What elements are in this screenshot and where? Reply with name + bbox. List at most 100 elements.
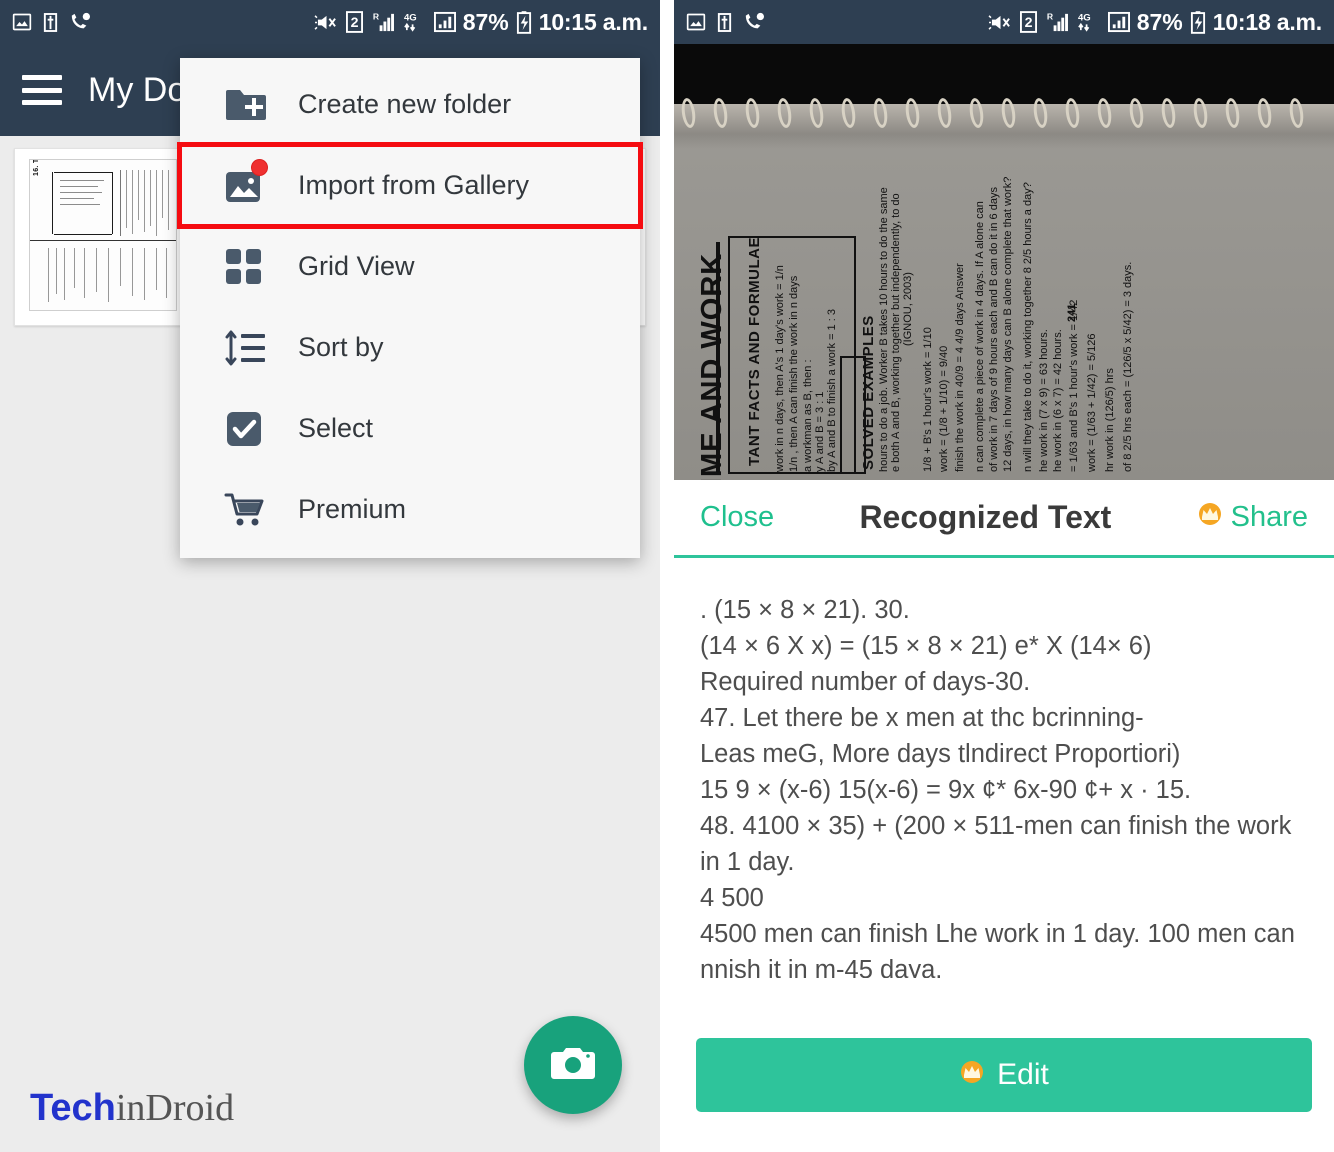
- sort-list-icon: [224, 329, 278, 367]
- recognized-text-line: 4500 men can finish Lhe work in 1 day. 1…: [700, 920, 1302, 978]
- scan-line: n can complete a piece of work in 4 days…: [974, 201, 986, 472]
- usb-icon: [716, 12, 733, 33]
- scan-line: of work in 7 days of 9 hours each and B …: [988, 187, 1000, 472]
- battery-percent-label: 87%: [1136, 8, 1183, 35]
- mute-icon: [314, 12, 339, 33]
- scanned-page-preview[interactable]: IME AND WORK TANT FACTS AND FORMULAE wor…: [674, 44, 1334, 480]
- recognized-text-footer: Edit: [674, 1038, 1334, 1152]
- scan-line: by A and B to finish a work = 1 : 3: [826, 309, 838, 472]
- menu-item-create-new-folder[interactable]: Create new folder: [180, 64, 640, 145]
- recognized-text-line: 48. 4100 × 35) + (200 × 511-men can fini…: [700, 812, 1299, 876]
- usb-icon: [42, 12, 59, 33]
- hamburger-icon[interactable]: [22, 75, 62, 105]
- menu-item-premium[interactable]: Premium: [180, 469, 640, 550]
- scan-line: = 1/63 and B's 1 hour's work = 1/42: [1068, 299, 1080, 472]
- thumbnail-page-render: 16. TIME AND W: [30, 160, 176, 310]
- watermark-part-2: inDroid: [115, 1087, 235, 1129]
- menu-item-import-from-gallery[interactable]: Import from Gallery: [177, 142, 643, 229]
- grid-icon: [224, 247, 278, 287]
- scan-line: finish the work in 40/9 = 4 4/9 days Ans…: [954, 263, 966, 472]
- svg-text:2: 2: [1024, 15, 1032, 31]
- panel-divider: [660, 0, 674, 1152]
- menu-item-label: Sort by: [298, 332, 384, 362]
- signal-roaming-icon: R: [370, 11, 395, 33]
- menu-item-label: Select: [298, 413, 374, 443]
- camera-icon: [550, 1043, 596, 1088]
- recognized-text-line: Required number of days-30.: [700, 668, 1031, 696]
- signal-bars-icon: [433, 11, 456, 33]
- folder-plus-icon: [224, 86, 278, 124]
- scan-line: he work in (6 x 7) = 42 hours.: [1052, 329, 1064, 472]
- scan-source-label: (IGNOU, 2003): [902, 272, 914, 346]
- svg-text:2: 2: [350, 15, 358, 31]
- menu-item-label: Premium: [298, 494, 407, 524]
- scan-line: a workman as B, then :: [802, 359, 814, 473]
- scan-line: work in n days, then A's 1 day's work = …: [774, 265, 786, 472]
- recognized-text-line: (14 × 6 X x) = (15 × 8 × 21) e* X (14× 6…: [700, 632, 1152, 660]
- scan-heading-solved: SOLVED EXAMPLES: [860, 315, 877, 470]
- share-label: Share: [1230, 501, 1308, 533]
- battery-percent-label: 87%: [462, 8, 509, 35]
- thumbnail-title-label: 16. TIME AND W: [33, 160, 40, 176]
- scan-line: 12 days, in how many days can B alone co…: [1002, 176, 1014, 472]
- scan-line: he work in (7 x 9) = 63 hours.: [1038, 329, 1050, 472]
- scan-line: hr work in (126/5) hrs: [1104, 368, 1116, 472]
- menu-item-grid-view[interactable]: Grid View: [180, 226, 640, 307]
- svg-text:R: R: [373, 12, 380, 22]
- page-title: My Do: [88, 70, 187, 109]
- sim2-icon: 2: [345, 11, 363, 33]
- checkbox-checked-icon: [224, 409, 278, 449]
- svg-text:4G: 4G: [1078, 13, 1091, 24]
- clock-label: 10:18 a.m.: [1212, 8, 1322, 35]
- overflow-menu: Create new folder Import from Gallery Gr…: [177, 58, 643, 558]
- battery-charging-icon: [516, 10, 532, 34]
- scan-line: hours to do a job. Worker B takes 10 hou…: [878, 187, 890, 472]
- signal-4g-icon: 4G: [1076, 11, 1101, 33]
- scan-line: work = (1/63 + 1/42) = 5/126: [1086, 333, 1098, 472]
- recognized-text-line: Leas meG, More days tlndirect Proportior…: [700, 740, 1181, 768]
- right-phone-screen: 2 R 4G 87% 10:18 a.m. IME AND WORK TANT …: [674, 0, 1334, 1152]
- scan-line: e both A and B, working together but ind…: [890, 193, 902, 472]
- recognized-text-body[interactable]: . (15 × 8 × 21). 30. (14 × 6 X x) = (15 …: [674, 558, 1334, 978]
- status-bar-notification-icons: [12, 12, 91, 33]
- image-icon: [686, 12, 706, 32]
- menu-item-label: Grid View: [298, 251, 415, 281]
- scan-heading-facts: TANT FACTS AND FORMULAE: [746, 237, 763, 466]
- menu-item-select[interactable]: Select: [180, 388, 640, 469]
- signal-4g-icon: 4G: [402, 11, 427, 33]
- recognized-text-line: 47. Let there be x men at thc bcrinning-: [700, 704, 1144, 732]
- close-button[interactable]: Close: [700, 501, 774, 534]
- battery-charging-icon: [1190, 10, 1206, 34]
- crown-icon: [959, 1058, 985, 1092]
- share-button[interactable]: Share: [1197, 501, 1308, 534]
- notification-badge: [251, 158, 268, 176]
- status-bar-notification-icons: [686, 12, 765, 33]
- scanned-page-content: IME AND WORK TANT FACTS AND FORMULAE wor…: [674, 136, 1334, 480]
- right-status-bar: 2 R 4G 87% 10:18 a.m.: [674, 0, 1334, 44]
- image-picture-icon: [224, 158, 278, 206]
- camera-fab-button[interactable]: [524, 1016, 622, 1114]
- svg-text:R: R: [1047, 12, 1054, 22]
- document-thumbnail: 16. TIME AND W: [29, 159, 177, 311]
- call-bubble-icon: [743, 12, 765, 32]
- edit-button[interactable]: Edit: [696, 1038, 1312, 1112]
- techindroid-watermark: TechinDroid: [30, 1086, 234, 1130]
- status-bar-system-icons: 2 R 4G 87% 10:15 a.m.: [314, 9, 648, 36]
- left-status-bar: 2 R 4G 87% 10:15 a.m.: [0, 0, 660, 44]
- dual-screenshot-container: 2 R 4G 87% 10:15 a.m. My Do Create new f…: [0, 0, 1334, 1152]
- scan-line: of 8 2/5 hrs each = (126/5 x 5/42) = 3 d…: [1122, 261, 1134, 472]
- scan-line: n will they take to do it, working toget…: [1022, 182, 1034, 472]
- menu-item-label: Create new folder: [298, 89, 512, 119]
- sim2-icon: 2: [1019, 11, 1037, 33]
- scan-line: y A and B = 3 : 1: [814, 391, 826, 472]
- spiral-binding: [674, 94, 1334, 136]
- left-phone-screen: 2 R 4G 87% 10:15 a.m. My Do Create new f…: [0, 0, 660, 1152]
- menu-item-sort-by[interactable]: Sort by: [180, 307, 640, 388]
- recognized-text-line: . (15 × 8 × 21). 30.: [700, 596, 910, 624]
- watermark-part-1: Tech: [30, 1087, 116, 1129]
- scan-title-label: IME AND WORK: [696, 252, 728, 480]
- svg-text:4G: 4G: [404, 13, 417, 24]
- image-icon: [12, 12, 32, 32]
- recognized-text-title: Recognized Text: [859, 499, 1112, 535]
- crown-icon: [1197, 501, 1223, 534]
